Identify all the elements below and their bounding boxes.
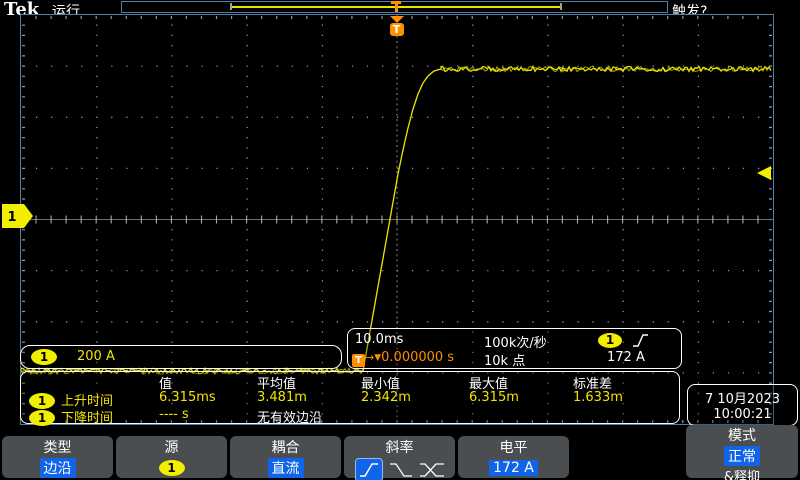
trigger-source-badge: 1 [598,333,622,348]
record-trigger-position-icon[interactable] [390,1,402,12]
sample-rate: 100k次/秒 [484,332,547,351]
meas-row2-value: ---- s [159,407,189,422]
meas-row1-value: 6.315ms [159,390,216,405]
channel-readout: 1 200 A [20,345,342,369]
datetime-box: 7 10月2023 10:00:21 [687,384,798,426]
measurement-table: 值 平均值 最小值 最大值 标准差 1 上升时间 6.315ms 3.481m … [20,371,680,424]
menu-coupling-label: 耦合 [230,437,341,457]
menu-mode-extra: &释抑 [686,466,798,480]
ch1-ground-marker[interactable]: 1 [2,203,34,229]
trigger-arrow-icon: → [365,351,374,364]
record-window-left-bracket [230,3,232,10]
menu-trigger-level[interactable]: 电平 172 A [458,436,569,478]
date-label: 7 10月2023 [688,388,797,407]
record-view-bar [121,1,668,13]
record-window-right-bracket [560,3,562,10]
meas-row1-min: 2.342m [361,390,411,405]
trigger-position-value: 0.000000 s [381,350,454,365]
menu-coupling-value: 直流 [268,458,304,478]
menu-level-label: 电平 [458,437,569,457]
menu-level-value: 172 A [489,460,538,476]
trigger-position-arrow-icon [390,16,404,23]
menu-trigger-coupling[interactable]: 耦合 直流 [230,436,341,478]
menu-trigger-slope[interactable]: 斜率 [344,436,455,478]
menu-trigger-source[interactable]: 源 1 [116,436,227,478]
menu-mode-label: 模式 [686,425,798,445]
menu-type-value: 边沿 [40,458,76,478]
meas-row2-status: 无有效边沿 [257,407,322,426]
ch1-scale: 200 A [77,349,115,364]
meas-row2-name: 下降时间 [61,407,113,426]
record-length: 10k 点 [484,350,525,369]
timebase-scale: 10.0ms [355,332,403,347]
meas-row1-std: 1.633m [573,390,623,405]
meas-row2-badge: 1 [29,410,55,426]
table-row: 1 [29,407,55,426]
trigger-level-arrow-icon[interactable] [755,166,772,181]
ch1-badge: 1 [31,349,57,365]
meas-row1-mean: 3.481m [257,390,307,405]
meas-row1-max: 6.315m [469,390,519,405]
menu-type-label: 类型 [2,437,113,457]
trigger-level-readout: 172 A [607,350,645,365]
trigger-slope-icon [632,333,650,348]
trigger-position-t-icon: T [390,23,404,36]
ch1-ground-marker-label: 1 [7,210,16,225]
trigger-t-icon: T [352,354,365,367]
menu-slope-label: 斜率 [344,437,455,457]
trigger-position-readout: T→▼0.000000 s [352,350,454,367]
oscilloscope-screen: Tek 运行 触发? 1 T 1 200 A 10.0ms 100k次/秒 1 [0,0,800,480]
menu-mode-value: 正常 [724,446,760,466]
falling-edge-icon[interactable] [389,462,413,478]
time-label: 10:00:21 [688,407,797,422]
menu-source-label: 源 [116,437,227,457]
menu-trigger-type[interactable]: 类型 边沿 [2,436,113,478]
menu-source-badge: 1 [159,460,185,476]
either-edge-icon[interactable] [419,462,445,478]
menu-trigger-mode[interactable]: 模式 正常 &释抑 [686,425,798,478]
rising-edge-icon[interactable] [355,458,383,480]
trigger-position-marker[interactable]: T [388,16,405,36]
trigger-readout: 10.0ms 100k次/秒 1 T→▼0.000000 s 10k 点 172… [347,328,682,369]
